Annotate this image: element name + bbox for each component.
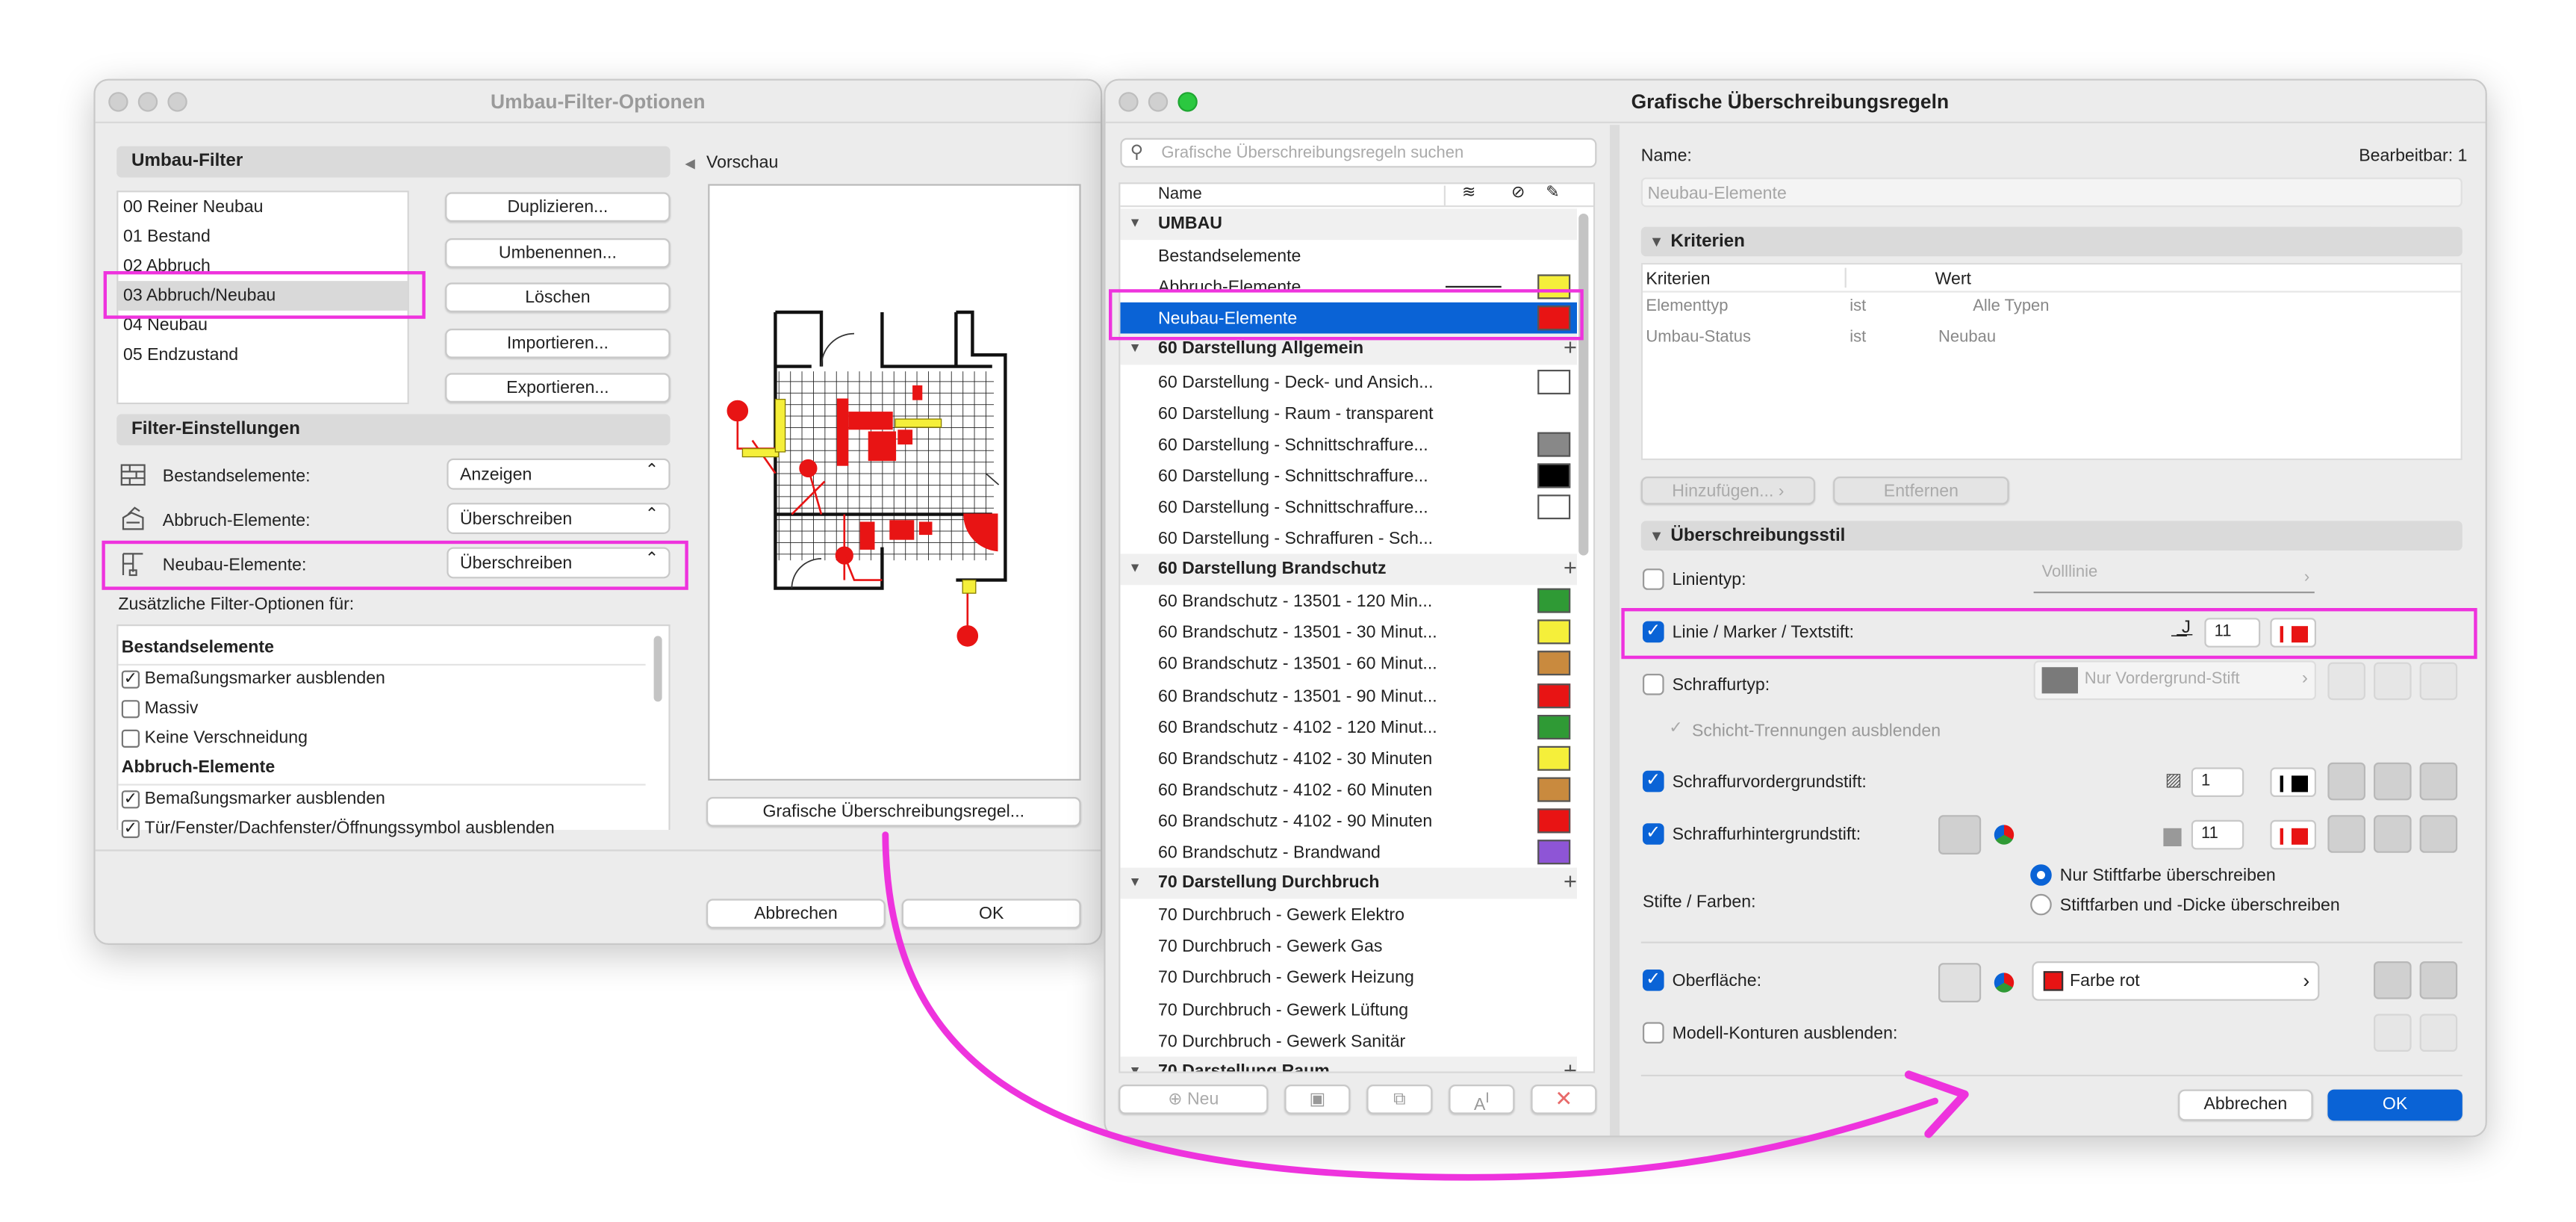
annotation-arrow: [882, 831, 1969, 1181]
